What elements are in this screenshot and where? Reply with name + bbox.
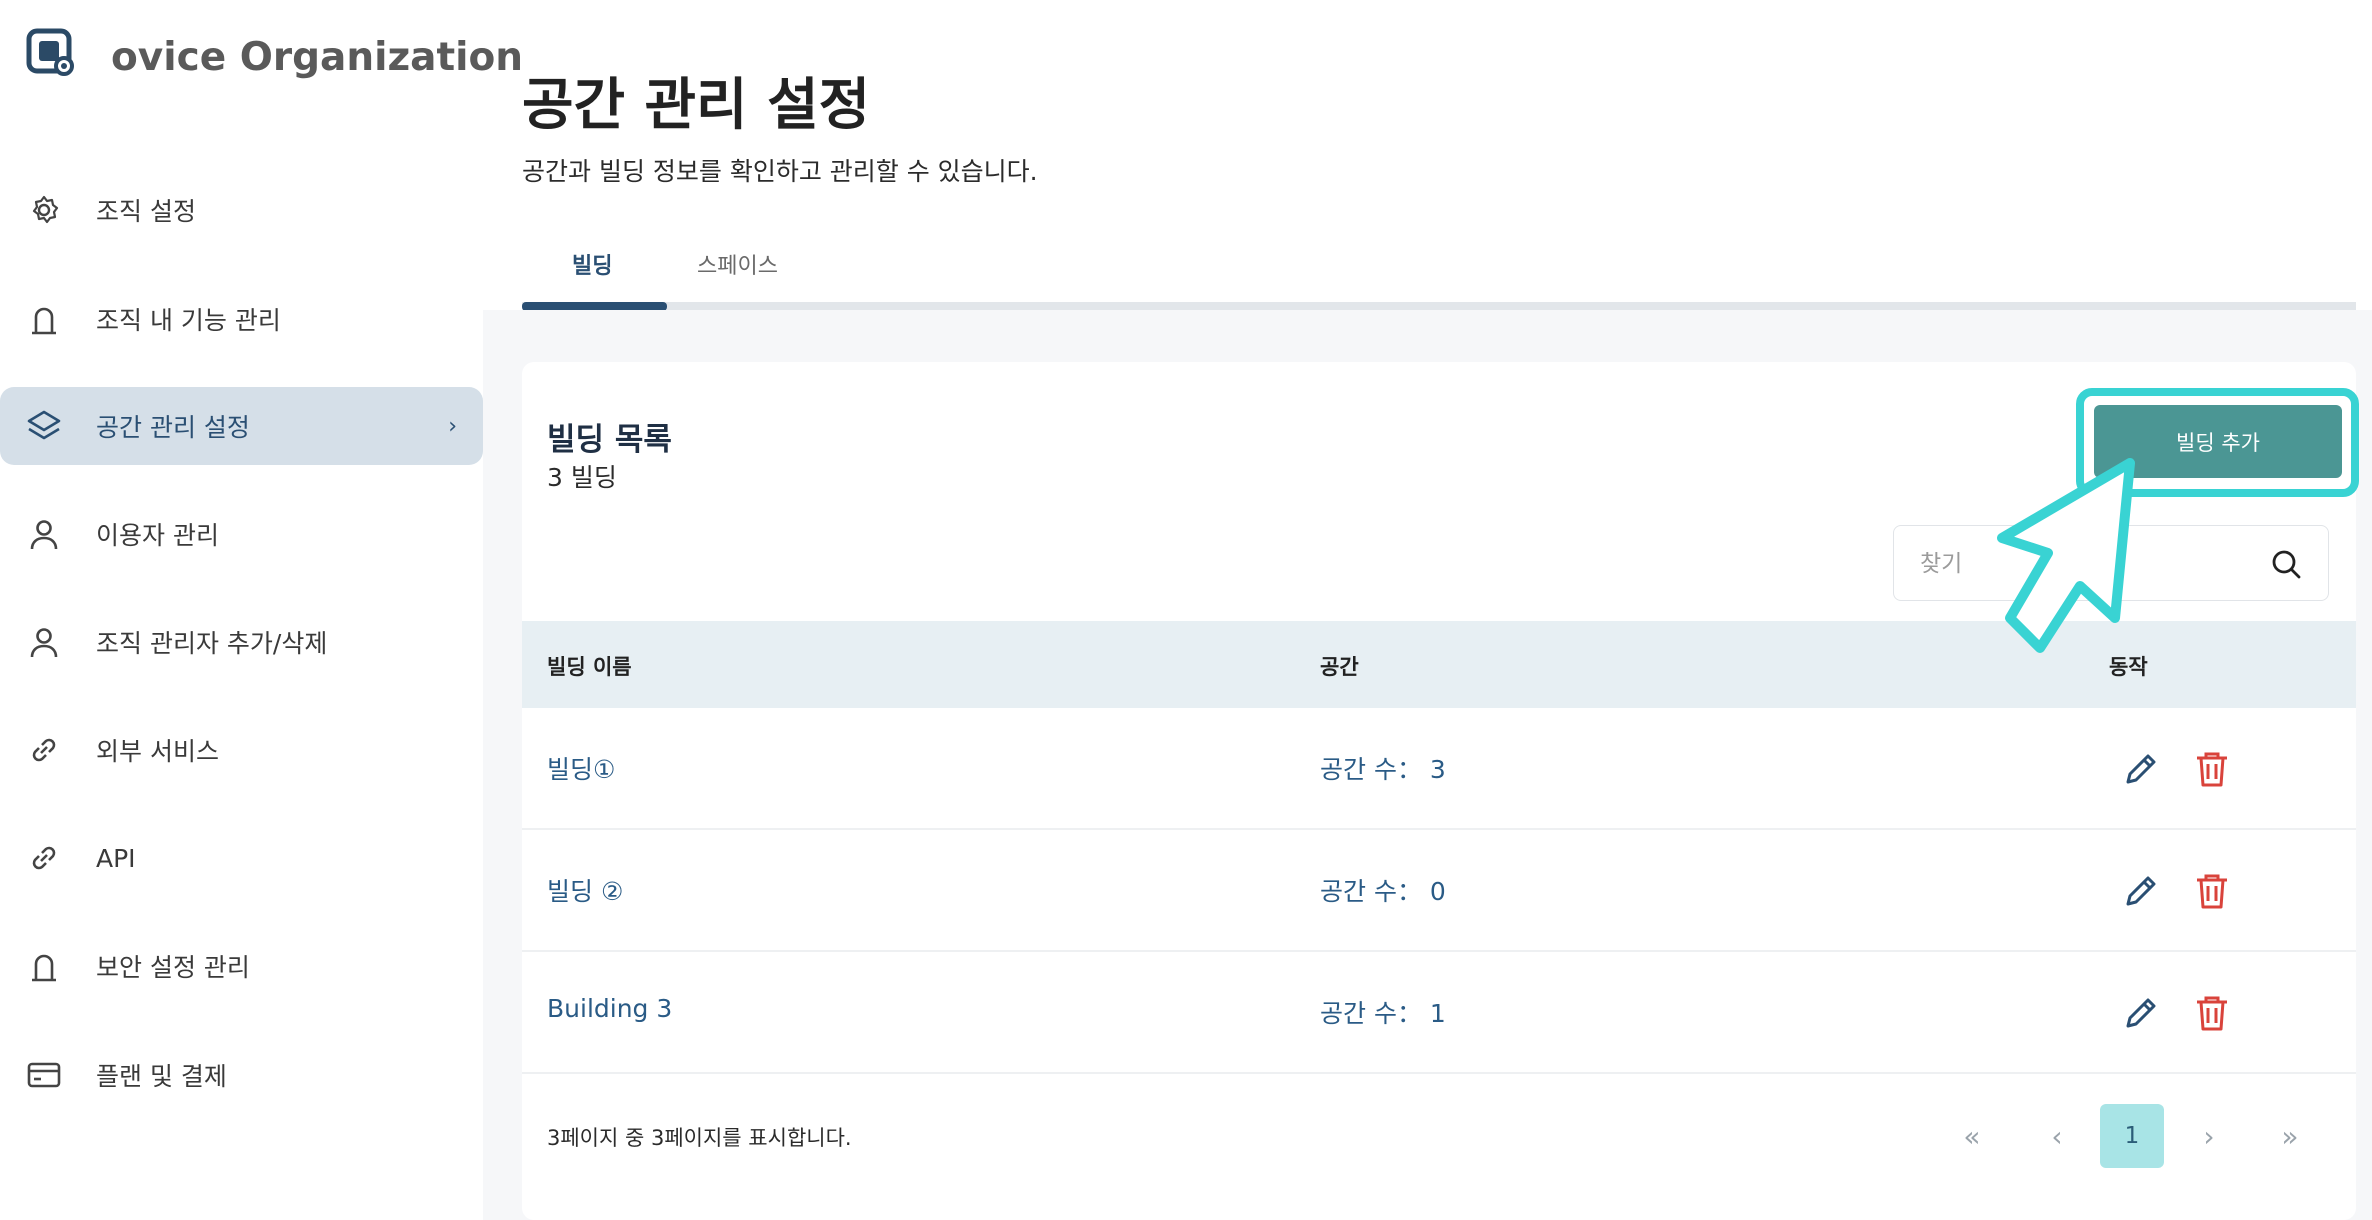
- sidebar-item-admin-management[interactable]: 조직 관리자 추가/삭제: [0, 603, 483, 681]
- sidebar-item-api[interactable]: API: [0, 819, 483, 897]
- page-number-current[interactable]: 1: [2100, 1104, 2164, 1168]
- sidebar-item-feature-management[interactable]: 조직 내 기능 관리: [0, 280, 483, 358]
- tab-building[interactable]: 빌딩: [572, 248, 612, 280]
- user-icon: [26, 516, 62, 552]
- next-page-button[interactable]: ›: [2177, 1104, 2241, 1168]
- sidebar: ovice Organization 조직 설정 조직 내 기능 관리 공간 관…: [0, 0, 523, 1220]
- building-name-link[interactable]: 빌딩①: [547, 750, 615, 786]
- link-icon: [26, 840, 62, 876]
- space-count: 공간 수： 1: [1320, 999, 1446, 1028]
- card-title: 빌딩 목록: [547, 422, 672, 458]
- space-count: 공간 수： 0: [1320, 877, 1446, 906]
- trash-icon[interactable]: [2194, 994, 2230, 1032]
- building-name-link[interactable]: Building 3: [547, 994, 672, 1023]
- gear-icon: [26, 192, 62, 228]
- user-icon: [26, 624, 62, 660]
- link-icon: [26, 732, 62, 768]
- pagination-summary: 3페이지 중 3페이지를 표시합니다.: [547, 1126, 852, 1150]
- edit-pencil-icon[interactable]: [2122, 750, 2160, 788]
- building-name-link[interactable]: 빌딩 ②: [547, 872, 623, 908]
- building-count: 3 빌딩: [547, 463, 617, 492]
- sidebar-item-security-settings[interactable]: 보안 설정 관리: [0, 927, 483, 1005]
- tab-space[interactable]: 스페이스: [697, 248, 778, 280]
- ovice-logo-icon: [26, 28, 74, 76]
- sidebar-item-label: API: [96, 843, 136, 873]
- layers-icon: [26, 408, 62, 444]
- column-header-space: 공간: [1320, 655, 1359, 679]
- org-name: ovice Organization: [111, 35, 524, 80]
- sidebar-item-label: 조직 설정: [96, 197, 196, 226]
- table-row: 빌딩① 공간 수： 3: [522, 708, 2356, 830]
- table-row: Building 3 공간 수： 1: [522, 952, 2356, 1074]
- page-subtitle: 공간과 빌딩 정보를 확인하고 관리할 수 있습니다.: [522, 157, 1038, 186]
- tab-bar: 빌딩 스페이스: [522, 230, 2356, 311]
- sidebar-item-label: 외부 서비스: [96, 737, 219, 766]
- sidebar-item-space-settings[interactable]: 공간 관리 설정 ›: [0, 387, 483, 465]
- sidebar-item-label: 조직 관리자 추가/삭제: [96, 629, 328, 658]
- sidebar-item-label: 조직 내 기능 관리: [96, 306, 281, 335]
- table-row: 빌딩 ② 공간 수： 0: [522, 830, 2356, 952]
- edit-pencil-icon[interactable]: [2122, 994, 2160, 1032]
- sidebar-item-external-services[interactable]: 외부 서비스: [0, 711, 483, 789]
- chevron-right-icon: ›: [448, 413, 457, 439]
- sidebar-item-plan-billing[interactable]: 플랜 및 결제: [0, 1036, 483, 1114]
- lock-icon: [26, 301, 62, 337]
- sidebar-item-label: 플랜 및 결제: [96, 1062, 227, 1091]
- tab-track: [522, 302, 2356, 310]
- sidebar-item-label: 보안 설정 관리: [96, 953, 250, 982]
- search-icon[interactable]: [2270, 548, 2302, 580]
- sidebar-item-label: 이용자 관리: [96, 521, 219, 550]
- column-header-building-name: 빌딩 이름: [547, 655, 632, 679]
- sidebar-item-org-settings[interactable]: 조직 설정: [0, 171, 483, 249]
- sidebar-item-label: 공간 관리 설정: [96, 413, 250, 442]
- first-page-button[interactable]: «: [1940, 1104, 2004, 1168]
- page-title: 공간 관리 설정: [522, 73, 871, 138]
- credit-card-icon: [26, 1057, 62, 1093]
- sidebar-item-user-management[interactable]: 이용자 관리: [0, 495, 483, 573]
- previous-page-button[interactable]: ‹: [2025, 1104, 2089, 1168]
- org-header: ovice Organization: [26, 28, 523, 80]
- trash-icon[interactable]: [2194, 872, 2230, 910]
- edit-pencil-icon[interactable]: [2122, 872, 2160, 910]
- trash-icon[interactable]: [2194, 750, 2230, 788]
- space-count: 공간 수： 3: [1320, 755, 1446, 784]
- last-page-button[interactable]: »: [2258, 1104, 2322, 1168]
- pointer-cursor-icon: [1997, 458, 2135, 653]
- lock-icon: [26, 948, 62, 984]
